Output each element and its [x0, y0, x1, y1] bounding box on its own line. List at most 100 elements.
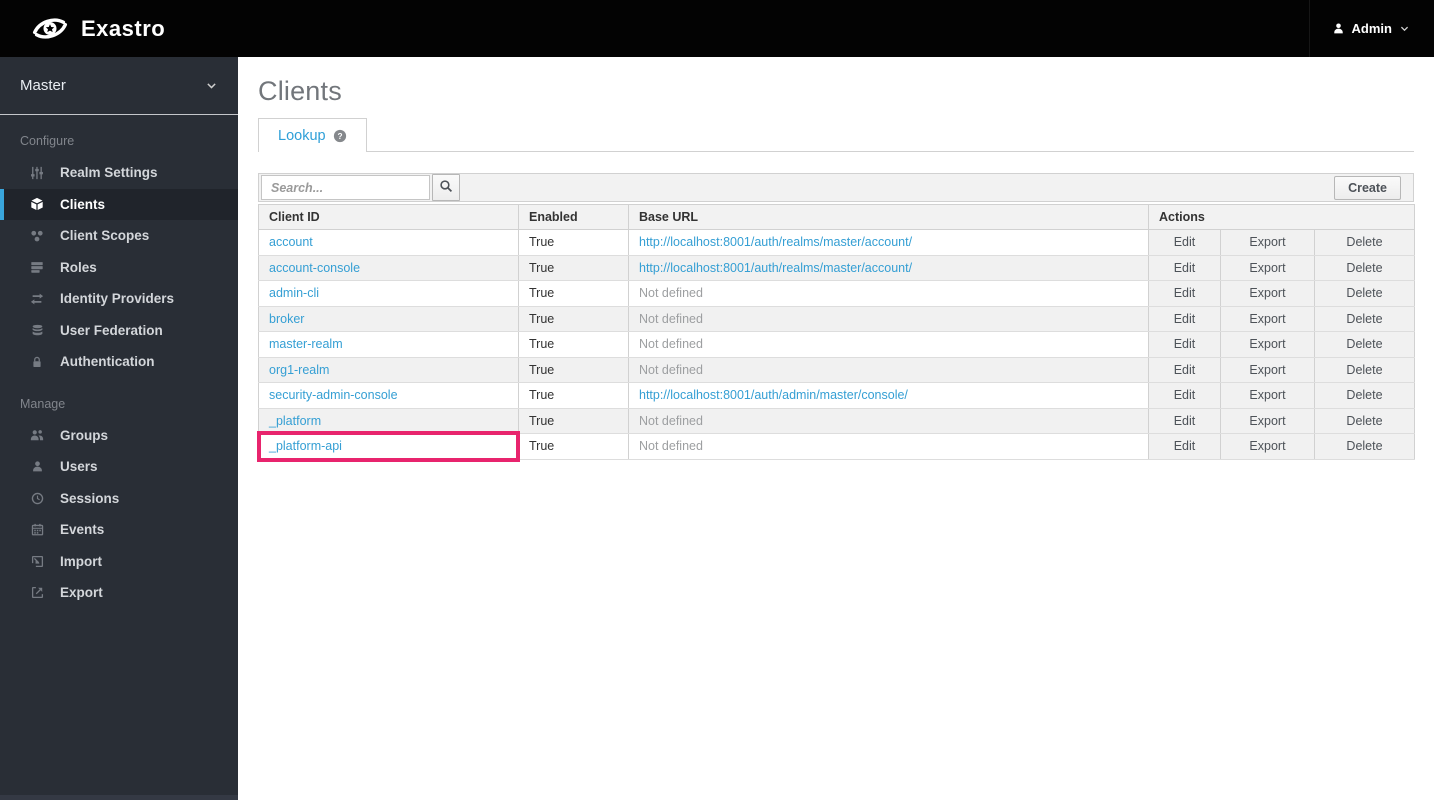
- col-header-client-id: Client ID: [258, 204, 519, 230]
- sidebar-item-clients[interactable]: Clients: [0, 188, 238, 220]
- base-url-not-defined: Not defined: [639, 311, 703, 326]
- client-id-link[interactable]: account-console: [269, 261, 360, 275]
- export-action-button[interactable]: Export: [1220, 331, 1315, 358]
- sidebar-item-import[interactable]: Import: [0, 546, 238, 578]
- clock-icon: [24, 492, 50, 505]
- base-url-cell: http://localhost:8001/auth/realms/master…: [628, 254, 1149, 281]
- delete-action-button[interactable]: Delete: [1314, 407, 1415, 434]
- base-url-not-defined: Not defined: [639, 413, 703, 428]
- sidebar-item-authentication[interactable]: Authentication: [0, 346, 238, 378]
- sidebar-item-label: Export: [60, 585, 103, 601]
- main-content: Clients Lookup ? Create Client ID: [238, 57, 1434, 800]
- delete-action-button[interactable]: Delete: [1314, 254, 1415, 281]
- export-action-button[interactable]: Export: [1220, 280, 1315, 307]
- realm-selector[interactable]: Master: [0, 57, 238, 115]
- sidebar-item-label: Authentication: [60, 354, 155, 370]
- client-id-cell: security-admin-console: [258, 382, 519, 409]
- sidebar-nav: Configure Realm Settings Clients Client Sco…: [0, 115, 238, 609]
- export-action-button[interactable]: Export: [1220, 433, 1315, 460]
- database-icon: [24, 324, 50, 337]
- sidebar-item-label: Roles: [60, 259, 97, 275]
- question-circle-icon[interactable]: ?: [333, 129, 347, 143]
- sidebar-item-label: Client Scopes: [60, 228, 150, 244]
- client-id-link[interactable]: admin-cli: [269, 286, 319, 300]
- tab-lookup[interactable]: Lookup ?: [258, 118, 367, 152]
- client-id-link[interactable]: account: [269, 235, 313, 249]
- edit-action-button[interactable]: Edit: [1148, 280, 1221, 307]
- enabled-cell: True: [518, 305, 629, 332]
- export-action-button[interactable]: Export: [1220, 407, 1315, 434]
- delete-action-button[interactable]: Delete: [1314, 229, 1415, 256]
- groups-icon: [24, 428, 50, 442]
- edit-action-button[interactable]: Edit: [1148, 407, 1221, 434]
- sidebar-item-label: Realm Settings: [60, 165, 158, 181]
- table-row: security-admin-console True http://localho…: [258, 382, 1415, 409]
- sidebar-item-sessions[interactable]: Sessions: [0, 483, 238, 515]
- sidebar-item-identity-providers[interactable]: Identity Providers: [0, 283, 238, 315]
- import-icon: [24, 555, 50, 568]
- client-id-link[interactable]: broker: [269, 312, 304, 326]
- sidebar-item-label: Identity Providers: [60, 291, 175, 307]
- export-action-button[interactable]: Export: [1220, 305, 1315, 332]
- table-row: master-realm True Not defined Edit Export Del…: [258, 331, 1415, 358]
- delete-action-button[interactable]: Delete: [1314, 382, 1415, 409]
- client-id-link[interactable]: org1-realm: [269, 363, 329, 377]
- sidebar-item-users[interactable]: Users: [0, 451, 238, 483]
- edit-action-button[interactable]: Edit: [1148, 254, 1221, 281]
- app-header: Exastro Admin: [0, 0, 1434, 57]
- client-id-cell-highlighted: _platform-api: [257, 431, 521, 462]
- cube-icon: [24, 197, 50, 211]
- sidebar-item-user-federation[interactable]: User Federation: [0, 315, 238, 347]
- create-button[interactable]: Create: [1334, 175, 1401, 200]
- page-title: Clients: [258, 76, 342, 106]
- edit-action-button[interactable]: Edit: [1148, 382, 1221, 409]
- base-url-link[interactable]: http://localhost:8001/auth/realms/master…: [639, 261, 912, 275]
- client-id-link[interactable]: master-realm: [269, 337, 343, 351]
- edit-action-button[interactable]: Edit: [1148, 331, 1221, 358]
- edit-action-button[interactable]: Edit: [1148, 356, 1221, 383]
- delete-action-button[interactable]: Delete: [1314, 433, 1415, 460]
- delete-action-button[interactable]: Delete: [1314, 305, 1415, 332]
- sliders-icon: [24, 166, 50, 180]
- client-id-link[interactable]: security-admin-console: [269, 388, 398, 402]
- user-menu[interactable]: Admin: [1308, 0, 1434, 57]
- delete-action-button[interactable]: Delete: [1314, 280, 1415, 307]
- nav-section-configure: Configure: [20, 134, 75, 148]
- sidebar-item-groups[interactable]: Groups: [0, 420, 238, 452]
- search-input[interactable]: [261, 175, 430, 200]
- edit-action-button[interactable]: Edit: [1148, 229, 1221, 256]
- tab-bar: Lookup ?: [258, 118, 1414, 152]
- search-button[interactable]: [432, 174, 460, 201]
- base-url-link[interactable]: http://localhost:8001/auth/admin/master/…: [639, 388, 908, 402]
- edit-action-button[interactable]: Edit: [1148, 433, 1221, 460]
- sidebar-item-roles[interactable]: Roles: [0, 252, 238, 284]
- export-action-button[interactable]: Export: [1220, 356, 1315, 383]
- client-id-link[interactable]: _platform: [269, 414, 321, 428]
- sidebar-item-label: Events: [60, 522, 105, 538]
- delete-action-button[interactable]: Delete: [1314, 356, 1415, 383]
- base-url-cell: Not defined: [628, 407, 1149, 434]
- export-action-button[interactable]: Export: [1220, 382, 1315, 409]
- client-id-cell: broker: [258, 305, 519, 332]
- sidebar-item-client-scopes[interactable]: Client Scopes: [0, 220, 238, 252]
- table-toolbar: Create: [258, 173, 1414, 202]
- realm-name: Master: [20, 77, 66, 94]
- export-action-button[interactable]: Export: [1220, 229, 1315, 256]
- enabled-cell: True: [518, 407, 629, 434]
- sidebar-item-realm-settings[interactable]: Realm Settings: [0, 157, 238, 189]
- col-header-actions: Actions: [1148, 204, 1415, 230]
- client-scopes-icon: [24, 229, 50, 243]
- enabled-cell: True: [518, 229, 629, 256]
- sidebar-item-events[interactable]: Events: [0, 514, 238, 546]
- edit-action-button[interactable]: Edit: [1148, 305, 1221, 332]
- delete-action-button[interactable]: Delete: [1314, 331, 1415, 358]
- base-url-not-defined: Not defined: [639, 362, 703, 377]
- export-action-button[interactable]: Export: [1220, 254, 1315, 281]
- roles-icon: [24, 260, 50, 274]
- sidebar-item-export[interactable]: Export: [0, 577, 238, 609]
- base-url-cell: http://localhost:8001/auth/realms/master…: [628, 229, 1149, 256]
- col-header-base-url: Base URL: [628, 204, 1149, 230]
- enabled-cell: True: [518, 356, 629, 383]
- base-url-link[interactable]: http://localhost:8001/auth/realms/master…: [639, 235, 912, 249]
- client-id-link[interactable]: _platform-api: [269, 439, 342, 453]
